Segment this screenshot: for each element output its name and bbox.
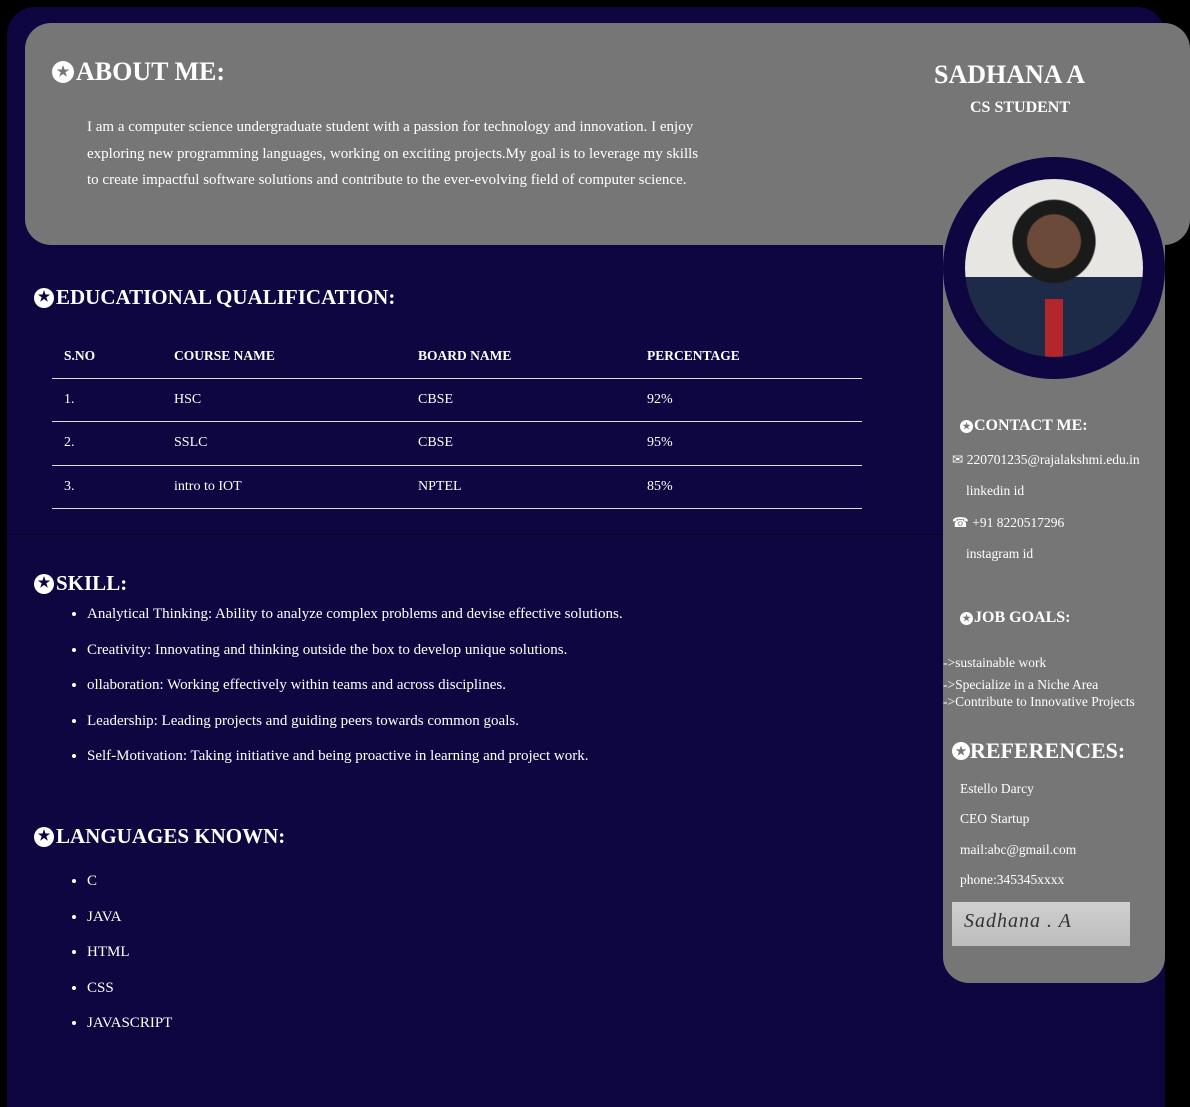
cell: SSLC — [174, 421, 418, 466]
job-goal-item: ->Contribute to Innovative Projects — [943, 694, 1135, 709]
reference-name: Estello Darcy — [960, 781, 1034, 796]
profile-name: SADHANA A — [934, 60, 1085, 89]
reference-phone: phone:345345xxxx — [960, 872, 1065, 887]
header-percentage: PERCENTAGE — [647, 335, 862, 379]
table-row: 3. intro to IOT NPTEL 85% — [52, 465, 862, 509]
star-icon: ★ — [952, 742, 970, 760]
linkedin-link[interactable]: linkedin id — [966, 483, 1024, 499]
table-row: 1. HSC CBSE 92% — [52, 378, 862, 422]
contact-email[interactable]: ✉ 220701235@rajalakshmi.edu.in — [952, 452, 1140, 468]
skill-item: Creativity: Innovating and thinking outs… — [87, 642, 623, 678]
phone-icon: ☎ — [952, 515, 969, 530]
cell: intro to IOT — [174, 465, 418, 509]
star-icon: ★ — [960, 611, 973, 625]
cell: 92% — [647, 378, 862, 422]
job-goal-item: ->sustainable work — [943, 655, 1047, 670]
cell: CBSE — [418, 378, 647, 422]
education-table: S.NO COURSE NAME BOARD NAME PERCENTAGE 1… — [52, 335, 862, 509]
languages-title: ★ LANGUAGES KNOWN: — [34, 824, 285, 849]
avatar — [965, 179, 1143, 357]
star-icon: ★ — [34, 826, 54, 847]
cell: 3. — [52, 465, 174, 509]
language-item: CSS — [87, 980, 172, 1016]
skill-item: Self-Motivation: Taking initiative and b… — [87, 748, 623, 784]
cell: 85% — [647, 465, 862, 509]
job-goal-item: ->Specialize in a Niche Area — [943, 677, 1099, 692]
signature-image: Sadhana . A — [952, 902, 1130, 946]
star-icon: ★ — [34, 573, 54, 594]
about-text: I am a computer science undergraduate st… — [87, 119, 699, 188]
education-title: ★ EDUCATIONAL QUALIFICATION: — [34, 285, 395, 310]
languages-list: C JAVA HTML CSS JAVASCRIPT — [87, 873, 172, 1051]
skill-item: ollaboration: Working effectively within… — [87, 677, 623, 713]
reference-mail: mail:abc@gmail.com — [960, 842, 1077, 857]
cell: NPTEL — [418, 465, 647, 509]
job-goals-title: ★ JOB GOALS: — [960, 609, 1070, 627]
cell: CBSE — [418, 421, 647, 466]
skills-title: ★ SKILL: — [34, 571, 127, 596]
contact-phone: ☎ +91 8220517296 — [952, 515, 1065, 530]
language-item: C — [87, 873, 172, 909]
header-course: COURSE NAME — [174, 335, 418, 379]
table-header-row: S.NO COURSE NAME BOARD NAME PERCENTAGE — [52, 335, 862, 379]
cell: HSC — [174, 378, 418, 422]
cell: 1. — [52, 378, 174, 422]
mail-icon: ✉ — [952, 452, 964, 467]
star-icon: ★ — [52, 61, 74, 83]
contact-title: ★ CONTACT ME: — [960, 417, 1088, 435]
skill-item: Analytical Thinking: Ability to analyze … — [87, 606, 623, 642]
instagram-link[interactable]: instagram id — [966, 546, 1033, 562]
about-title: ★ ABOUT ME: — [52, 57, 225, 87]
profile-photo — [943, 157, 1165, 379]
star-icon: ★ — [960, 419, 973, 433]
star-icon: ★ — [34, 287, 54, 308]
language-item: JAVA — [87, 909, 172, 945]
cell: 2. — [52, 421, 174, 466]
references-title: ★ REFERENCES: — [952, 738, 1125, 764]
language-item: HTML — [87, 944, 172, 980]
reference-position: CEO Startup — [960, 811, 1030, 826]
skills-list: Analytical Thinking: Ability to analyze … — [87, 606, 623, 784]
table-row: 2. SSLC CBSE 95% — [52, 421, 862, 466]
profile-role: CS STUDENT — [970, 99, 1071, 116]
header-sno: S.NO — [52, 335, 174, 379]
language-item: JAVASCRIPT — [87, 1015, 172, 1051]
cell: 95% — [647, 421, 862, 466]
skill-item: Leadership: Leading projects and guiding… — [87, 713, 623, 749]
header-board: BOARD NAME — [418, 335, 647, 379]
